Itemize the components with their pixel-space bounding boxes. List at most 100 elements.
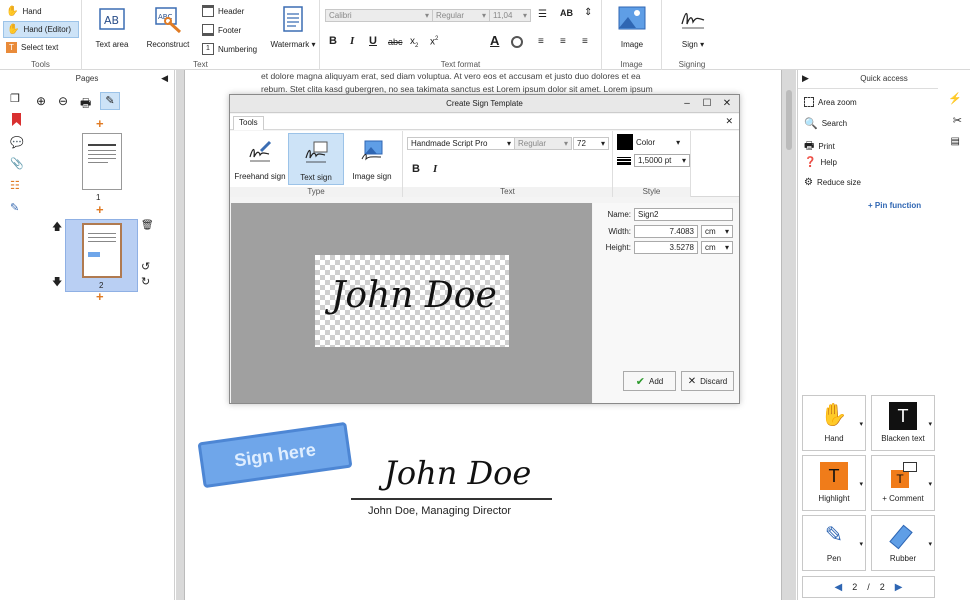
attachment-icon[interactable]: 📎 xyxy=(10,157,24,170)
strikethrough-button[interactable]: abc xyxy=(388,37,403,47)
pen-dropdown[interactable]: ▾ xyxy=(859,540,863,548)
font-color-icon[interactable]: A xyxy=(490,33,499,48)
width-unit-select[interactable]: cm ▾ xyxy=(701,225,733,238)
bookmark-icon[interactable] xyxy=(12,113,21,126)
comment-icon[interactable]: 💬 xyxy=(10,136,24,149)
move-page-up-icon[interactable]: 🡅 xyxy=(52,220,62,237)
rotate-left-icon[interactable]: ↺ xyxy=(141,260,150,273)
header-button[interactable]: Header xyxy=(202,5,244,17)
align-right-icon[interactable]: ≡ xyxy=(582,36,588,47)
superscript-button[interactable]: x2 xyxy=(430,36,438,47)
area-zoom-item[interactable]: Area zoom xyxy=(804,97,857,107)
tab-tools[interactable]: Tools xyxy=(233,116,264,130)
hand-tile-dropdown[interactable]: ▾ xyxy=(859,420,863,428)
line-width-field[interactable]: 1,5000 pt ▾ xyxy=(634,154,690,167)
sign-font-select[interactable]: Handmade Script Pro ▾ xyxy=(407,137,515,150)
edit-pages-icon[interactable]: ✎ xyxy=(100,92,120,110)
discard-button[interactable]: ✕ Discard xyxy=(681,371,734,391)
highlight-dropdown[interactable]: ▾ xyxy=(859,480,863,488)
page-thumbnail-1[interactable] xyxy=(82,133,122,190)
freehand-sign-button[interactable]: Freehand sign xyxy=(232,133,288,185)
numbering-button[interactable]: 1 Numbering xyxy=(202,43,257,55)
rotate-right-icon[interactable]: ↻ xyxy=(141,275,150,288)
list-icon[interactable]: ☷ xyxy=(10,179,20,192)
comment-tile[interactable]: T + Comment ▾ xyxy=(871,455,935,511)
close-tab-icon[interactable]: ✕ xyxy=(725,116,733,127)
next-page-icon[interactable]: ▶ xyxy=(895,582,903,593)
help-item[interactable]: ❓ Help xyxy=(804,157,837,168)
document-scrollbar[interactable] xyxy=(786,90,792,150)
pen-tile[interactable]: ✎ Pen ▾ xyxy=(802,515,866,571)
paragraph-spacing-icon[interactable]: ⇕ xyxy=(584,7,592,18)
collapse-panel-icon[interactable]: ◀ xyxy=(161,73,168,84)
highlight-color-icon[interactable] xyxy=(511,36,523,48)
pages-icon[interactable]: ❐ xyxy=(10,92,20,105)
watermark-button[interactable]: Watermark ▾ xyxy=(268,4,318,49)
delete-page-icon[interactable]: 🗑 xyxy=(141,220,154,231)
font-style-select[interactable]: Regular ▾ xyxy=(432,9,490,22)
underline-button[interactable]: U xyxy=(369,35,377,47)
close-dialog-icon[interactable]: ✕ xyxy=(719,97,735,111)
footer-button[interactable]: Footer xyxy=(202,24,241,36)
hand-editor-tool-button[interactable]: ✋ Hand (Editor) xyxy=(3,21,79,38)
page-thumbnail-2[interactable] xyxy=(82,223,122,278)
lightning-icon[interactable]: ⚡ xyxy=(948,92,962,105)
add-button[interactable]: ✔ Add xyxy=(623,371,676,391)
height-field[interactable]: 3.5278 xyxy=(634,241,698,254)
sign-button[interactable]: Sign ▾ xyxy=(668,4,718,49)
sign-size-select[interactable]: 72 ▾ xyxy=(573,137,609,150)
sign-preview-area[interactable]: John Doe xyxy=(315,255,509,347)
comment-dropdown[interactable]: ▾ xyxy=(928,480,932,488)
hand-tool-button[interactable]: ✋ Hand xyxy=(3,3,79,20)
insert-page-before-icon[interactable]: + xyxy=(96,116,104,131)
minimize-icon[interactable]: – xyxy=(679,97,695,111)
font-size-select[interactable]: 11,04 ▾ xyxy=(489,9,531,22)
search-item[interactable]: 🔍 Search xyxy=(804,117,847,130)
highlight-tile[interactable]: T Highlight ▾ xyxy=(802,455,866,511)
document-icon[interactable]: ▤ xyxy=(951,136,960,147)
subscript-button[interactable]: x2 xyxy=(410,36,418,49)
tools-icon[interactable]: ✂ xyxy=(953,114,962,127)
line-spacing-icon[interactable]: ☰ xyxy=(538,9,547,20)
sign-preview-canvas[interactable]: John Doe xyxy=(231,203,592,403)
print-item[interactable]: 🖶 Print xyxy=(804,137,835,156)
color-picker[interactable]: Color ▾ xyxy=(617,134,680,150)
text-area-button[interactable]: AB Text area xyxy=(90,4,134,49)
document-signature[interactable]: John Doe xyxy=(384,454,531,492)
sign-bold-button[interactable]: B xyxy=(412,163,420,175)
align-center-icon[interactable]: ≡ xyxy=(560,36,566,47)
insert-page-after-icon[interactable]: + xyxy=(96,289,104,304)
height-unit-select[interactable]: cm ▾ xyxy=(701,241,733,254)
zoom-in-icon[interactable]: ⊕ xyxy=(36,94,46,108)
blacken-text-tile[interactable]: T Blacken text ▾ xyxy=(871,395,935,451)
reduce-size-item[interactable]: ⚙ Reduce size xyxy=(804,177,861,188)
image-sign-button[interactable]: Image sign xyxy=(344,133,400,185)
bold-button[interactable]: B xyxy=(329,35,337,47)
zoom-out-icon[interactable]: ⊖ xyxy=(58,94,68,108)
font-family-select[interactable]: Calibri ▾ xyxy=(325,9,433,22)
fields-icon[interactable]: ✎ xyxy=(10,201,19,214)
sign-italic-button[interactable]: I xyxy=(433,163,437,175)
previous-page-icon[interactable]: ◀ xyxy=(835,582,843,593)
image-button[interactable]: Image xyxy=(610,4,654,49)
reconstruct-button[interactable]: ABC Reconstruct xyxy=(142,4,194,49)
width-field[interactable]: 7.4083 xyxy=(634,225,698,238)
maximize-icon[interactable]: ☐ xyxy=(699,97,715,111)
align-left-icon[interactable]: ≡ xyxy=(538,36,544,47)
italic-button[interactable]: I xyxy=(350,35,354,47)
character-spacing-icon[interactable]: AB xyxy=(560,8,573,18)
line-width-picker[interactable]: 1,5000 pt ▾ xyxy=(617,154,690,167)
insert-page-between-icon[interactable]: + xyxy=(96,202,104,217)
move-page-down-icon[interactable]: 🡇 xyxy=(52,275,62,292)
hand-tile[interactable]: ✋ Hand ▾ xyxy=(802,395,866,451)
rubber-tile[interactable]: Rubber ▾ xyxy=(871,515,935,571)
blacken-text-dropdown[interactable]: ▾ xyxy=(928,420,932,428)
print-pages-icon[interactable]: 🖶 xyxy=(80,94,91,115)
rubber-dropdown[interactable]: ▾ xyxy=(928,540,932,548)
text-sign-button[interactable]: Text sign xyxy=(288,133,344,185)
page-thumbnail-2-selection[interactable]: 2 xyxy=(65,219,138,292)
name-field[interactable]: Sign2 xyxy=(634,208,733,221)
sign-style-select[interactable]: Regular ▾ xyxy=(514,137,572,150)
current-page-number[interactable]: 2 xyxy=(852,582,857,592)
select-text-tool-button[interactable]: T Select text xyxy=(3,39,79,56)
